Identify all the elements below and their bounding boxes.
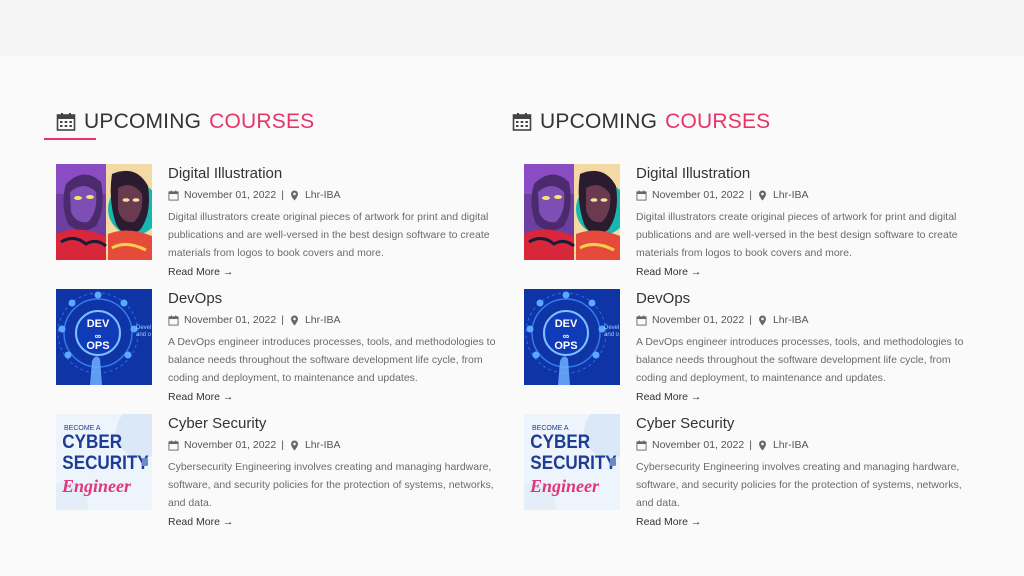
course-description: A DevOps engineer introduces processes, … [168,336,496,384]
course-location: Lhr-IBA [304,439,341,451]
map-pin-icon [290,314,298,326]
thumb-text-and: and o [136,332,152,338]
calendar-icon [168,439,179,451]
course-item-cyber-security: BECOME A CYBER SECURITY Engineer Cyber S… [524,414,976,528]
calendar-icon [636,189,647,201]
course-thumbnail[interactable]: DEV ∞ OPS Devel and o [524,289,620,385]
meta-separator: | [281,314,284,326]
course-item-digital-illustration: Digital Illustration November 01, 2022 |… [524,164,976,278]
course-description: Digital illustrators create original pie… [168,211,490,259]
meta-separator: | [749,314,752,326]
course-title[interactable]: Cyber Security [636,414,976,434]
course-thumbnail[interactable]: DEV ∞ OPS Devel and o [56,289,152,385]
course-description: Digital illustrators create original pie… [636,211,958,259]
course-description: Cybersecurity Engineering involves creat… [636,461,962,509]
course-title[interactable]: Digital Illustration [636,164,976,184]
course-meta: November 01, 2022 | Lhr-IBA [168,437,508,453]
meta-separator: | [749,439,752,451]
heading-prefix: UPCOMING [540,110,658,133]
read-more-link[interactable]: Read More → [168,263,233,281]
course-meta: November 01, 2022 | Lhr-IBA [168,187,508,203]
course-location: Lhr-IBA [304,189,341,201]
thumb-text-engineer: Engineer [61,476,132,496]
thumb-text-devel: Devel [136,325,151,331]
map-pin-icon [758,314,766,326]
course-thumbnail[interactable] [56,164,152,260]
thumb-text-dev: DEV [87,318,110,330]
top-band [0,0,1024,56]
calendar-icon [168,314,179,326]
calendar-icon [168,189,179,201]
course-item-devops: DEV ∞ OPS Devel and o DevOps November 01… [56,289,508,403]
course-thumbnail[interactable]: BECOME A CYBER SECURITY Engineer [524,414,620,510]
course-meta: November 01, 2022 | Lhr-IBA [636,312,976,328]
course-title[interactable]: Digital Illustration [168,164,508,184]
courses-section: UPCOMING COURSES Digital Illustration No… [0,56,1024,576]
thumb-text-dev: DEV [555,318,578,330]
read-more-link[interactable]: Read More → [168,513,233,531]
heading-accent: COURSES [665,110,771,133]
read-more-link[interactable]: Read More → [636,513,701,531]
course-date: November 01, 2022 [184,439,277,451]
course-title[interactable]: DevOps [168,289,508,309]
course-location: Lhr-IBA [772,189,809,201]
calendar-icon [56,113,76,131]
thumb-text-security: SECURITY [530,452,616,473]
map-pin-icon [758,439,766,451]
course-item-digital-illustration: Digital Illustration November 01, 2022 |… [56,164,508,278]
section-heading: UPCOMING COURSES [56,110,314,134]
thumb-text-ops: OPS [86,340,109,352]
course-title[interactable]: Cyber Security [168,414,508,434]
calendar-icon [636,439,647,451]
thumb-text-ops: OPS [554,340,577,352]
heading-accent: COURSES [209,110,315,133]
calendar-icon [512,113,532,131]
course-date: November 01, 2022 [652,189,745,201]
thumb-text-cyber: CYBER [530,431,590,452]
map-pin-icon [290,189,298,201]
thumb-text-and: and o [604,332,620,338]
course-date: November 01, 2022 [184,189,277,201]
course-thumbnail[interactable] [524,164,620,260]
course-date: November 01, 2022 [652,314,745,326]
course-meta: November 01, 2022 | Lhr-IBA [636,437,976,453]
course-description: Cybersecurity Engineering involves creat… [168,461,494,509]
course-item-cyber-security: BECOME A CYBER SECURITY Engineer Cyber S… [56,414,508,528]
read-more-link[interactable]: Read More → [168,388,233,406]
course-title[interactable]: DevOps [636,289,976,309]
course-location: Lhr-IBA [772,439,809,451]
read-more-link[interactable]: Read More → [636,263,701,281]
map-pin-icon [290,439,298,451]
course-meta: November 01, 2022 | Lhr-IBA [636,187,976,203]
section-heading: UPCOMING COURSES [512,110,770,134]
heading-underline [44,138,96,140]
thumb-text-security: SECURITY [62,452,148,473]
meta-separator: | [281,439,284,451]
course-date: November 01, 2022 [184,314,277,326]
course-location: Lhr-IBA [304,314,341,326]
course-location: Lhr-IBA [772,314,809,326]
course-date: November 01, 2022 [652,439,745,451]
map-pin-icon [758,189,766,201]
course-meta: November 01, 2022 | Lhr-IBA [168,312,508,328]
thumb-text-cyber: CYBER [62,431,122,452]
course-description: A DevOps engineer introduces processes, … [636,336,964,384]
thumb-text-devel: Devel [604,325,619,331]
thumb-text-engineer: Engineer [529,476,600,496]
meta-separator: | [281,189,284,201]
calendar-icon [636,314,647,326]
course-thumbnail[interactable]: BECOME A CYBER SECURITY Engineer [56,414,152,510]
meta-separator: | [749,189,752,201]
heading-prefix: UPCOMING [84,110,202,133]
read-more-link[interactable]: Read More → [636,388,701,406]
course-item-devops: DEV ∞ OPS Devel and o DevOps November 01… [524,289,976,403]
